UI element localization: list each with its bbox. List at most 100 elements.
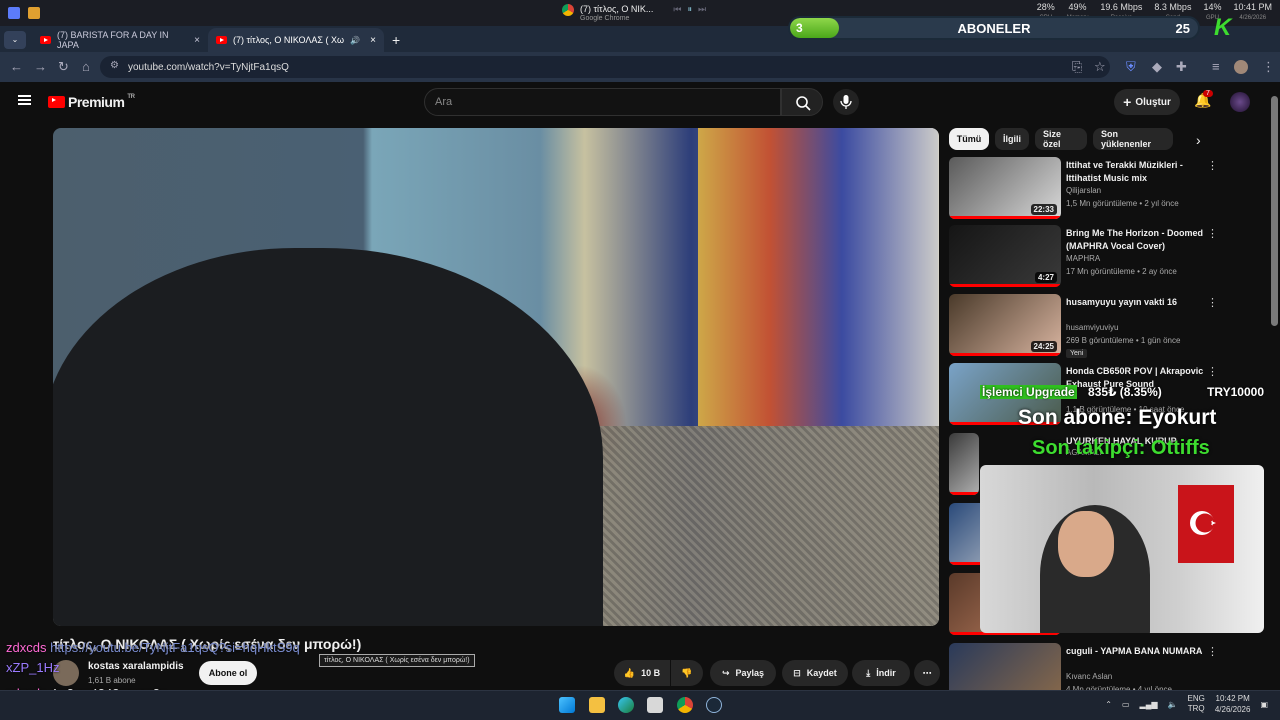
- chip-for-you[interactable]: Size özel: [1035, 128, 1087, 150]
- channel-name[interactable]: kostas xaralampidis: [88, 661, 184, 672]
- share-button[interactable]: ↪ Paylaş: [710, 660, 776, 686]
- chip-related[interactable]: İlgili: [995, 128, 1029, 150]
- more-options-icon[interactable]: ⋮: [1207, 227, 1218, 240]
- close-tab-icon[interactable]: ×: [194, 35, 200, 46]
- receive-value: 19.6 Mbps: [1100, 2, 1143, 12]
- save-button[interactable]: ⊟ Kaydet: [782, 660, 848, 686]
- recommendation-thumbnail[interactable]: [949, 433, 979, 495]
- dislike-button[interactable]: 👎: [671, 660, 703, 686]
- more-options-icon[interactable]: ⋮: [1207, 365, 1218, 378]
- media-pause-icon[interactable]: ⏸: [687, 4, 692, 24]
- video-frame-foreground-figure: [53, 248, 603, 626]
- tab-nikolas[interactable]: (7) τίτλος, Ο ΝΙΚΟΛΑΣ ( Χω 🔊 ×: [208, 28, 384, 52]
- close-tab-icon[interactable]: ×: [370, 35, 376, 46]
- recommendation-title[interactable]: husamyuyu yayın vakti 16: [1066, 296, 1216, 309]
- more-options-icon[interactable]: ⋮: [1207, 296, 1218, 309]
- create-button[interactable]: + Oluştur: [1114, 89, 1180, 115]
- recommendation-channel[interactable]: Kıvanc Aslan: [1066, 672, 1112, 681]
- volume-icon[interactable]: 🔈: [1168, 700, 1178, 709]
- more-actions-button[interactable]: ⋯: [914, 660, 940, 686]
- hamburger-menu-icon[interactable]: [18, 95, 31, 105]
- like-button[interactable]: 👍 10 B: [614, 660, 670, 686]
- thumbs-down-icon: 👎: [681, 667, 693, 678]
- media-controls-icon[interactable]: ≡: [1212, 59, 1220, 74]
- profile-avatar[interactable]: [1234, 60, 1248, 74]
- language-code: ENG: [1187, 694, 1205, 703]
- steam-icon[interactable]: [706, 697, 722, 713]
- chrome-icon: [562, 4, 574, 16]
- menu-icon[interactable]: ⋮: [1262, 59, 1275, 75]
- tray-app-icon[interactable]: ▭: [1122, 700, 1130, 709]
- youtube-logo[interactable]: Premium TR: [48, 94, 135, 110]
- speaker-icon[interactable]: 🔊: [350, 36, 360, 45]
- recommendation-thumbnail[interactable]: 4:27: [949, 225, 1061, 287]
- webcam-overlay: [980, 465, 1264, 633]
- voice-search-button[interactable]: [833, 89, 859, 115]
- forward-icon[interactable]: →: [34, 59, 47, 74]
- start-icon[interactable]: [559, 697, 575, 713]
- recommendation-thumbnail[interactable]: 24:25: [949, 294, 1061, 356]
- search-button[interactable]: [781, 88, 823, 116]
- site-info-icon[interactable]: ⚙: [110, 60, 119, 71]
- chip-recent[interactable]: Son yüklenenler: [1093, 128, 1173, 150]
- account-avatar[interactable]: [1230, 92, 1250, 112]
- home-icon[interactable]: ⌂: [82, 59, 90, 74]
- microphone-icon: [840, 95, 852, 109]
- extension-shield-icon[interactable]: ⛨: [1126, 59, 1136, 75]
- top-date: 4/26/2026: [1239, 15, 1267, 21]
- search-input[interactable]: Ara: [424, 88, 781, 116]
- app-icon[interactable]: [8, 7, 20, 19]
- watch-progress-bar: [949, 492, 979, 495]
- video-player[interactable]: [53, 128, 939, 626]
- network-icon[interactable]: ▂▄▆: [1140, 700, 1158, 709]
- download-icon: ⤓: [866, 667, 871, 678]
- recommendation-title[interactable]: Bring Me The Horizon - Doomed (MAPHRA Vo…: [1066, 227, 1216, 253]
- chips-next-icon[interactable]: ›: [1196, 132, 1201, 148]
- new-tab-button[interactable]: +: [392, 32, 400, 48]
- chat-message: zdxcds https://youtu.be/TyNjtFa1qsQ?si=h…: [6, 640, 300, 656]
- recommendation-item[interactable]: 24:25 husamyuyu yayın vakti 16 husamviyuvi…: [949, 294, 1249, 358]
- page-scrollbar[interactable]: [1271, 96, 1278, 326]
- media-next-icon[interactable]: ⏭: [698, 4, 706, 24]
- language-indicator[interactable]: ENG TRQ: [1188, 694, 1205, 714]
- recommendation-channel[interactable]: husamviyuviyu: [1066, 323, 1118, 332]
- tab-search-icon[interactable]: ⌄: [4, 31, 26, 49]
- more-options-icon[interactable]: ⋮: [1207, 159, 1218, 172]
- recommendation-thumbnail[interactable]: 22:33: [949, 157, 1061, 219]
- media-prev-icon[interactable]: ⏮: [673, 4, 681, 24]
- back-icon[interactable]: ←: [10, 59, 23, 74]
- subscriber-goal-overlay: 3 ABONELER 25: [788, 16, 1200, 40]
- tab-barista[interactable]: (7) BARISTA FOR A DAY IN JAPA ×: [32, 28, 208, 52]
- url-field[interactable]: ⚙ youtube.com/watch?v=TyNjtFa1qsQ: [100, 56, 1110, 78]
- recommendation-item[interactable]: [949, 503, 1061, 567]
- chrome-taskbar-icon[interactable]: [677, 697, 693, 713]
- recommendation-channel[interactable]: Qilijarslan: [1066, 186, 1101, 195]
- recommendation-item[interactable]: [949, 573, 1061, 637]
- recommendation-channel[interactable]: MAPHRA: [1066, 254, 1100, 263]
- install-icon[interactable]: ⎘: [1072, 59, 1082, 75]
- subscribe-button[interactable]: Abone ol: [199, 661, 257, 685]
- tray-overflow-icon[interactable]: ⌃: [1105, 700, 1112, 709]
- recommendation-item[interactable]: 4:27 Bring Me The Horizon - Doomed (MAPHR…: [949, 225, 1249, 289]
- chip-all[interactable]: Tümü: [949, 128, 989, 150]
- recommendation-title[interactable]: cuguli - YAPMA BANA NUMARA: [1066, 645, 1216, 658]
- folder-icon[interactable]: [28, 7, 40, 19]
- recommendation-title[interactable]: Ittihat ve Terakki Müzikleri - Ittihatis…: [1066, 159, 1216, 185]
- puzzle-icon[interactable]: ✚: [1176, 59, 1187, 75]
- store-icon[interactable]: [647, 697, 663, 713]
- more-icon: ⋯: [922, 667, 932, 678]
- taskbar-clock[interactable]: 10:42 PM 4/26/2026: [1215, 693, 1251, 715]
- video-duration: 4:27: [1034, 272, 1057, 283]
- download-button[interactable]: ⤓ İndir: [852, 660, 910, 686]
- edge-icon[interactable]: [618, 697, 634, 713]
- file-explorer-icon[interactable]: [589, 697, 605, 713]
- recommendation-item[interactable]: 22:33 Ittihat ve Terakki Müzikleri - Itti…: [949, 157, 1249, 221]
- send-value: 8.3 Mbps: [1154, 2, 1192, 12]
- bookmark-star-icon[interactable]: ☆: [1094, 59, 1106, 75]
- notification-center-icon[interactable]: ▣: [1260, 700, 1268, 709]
- more-options-icon[interactable]: ⋮: [1207, 645, 1218, 658]
- extension-icon[interactable]: ◆: [1152, 59, 1162, 75]
- reload-icon[interactable]: ↻: [58, 59, 69, 75]
- logo-region: TR: [127, 94, 135, 100]
- last-follower-overlay: Son takipçi: Ottiffs: [1032, 437, 1210, 459]
